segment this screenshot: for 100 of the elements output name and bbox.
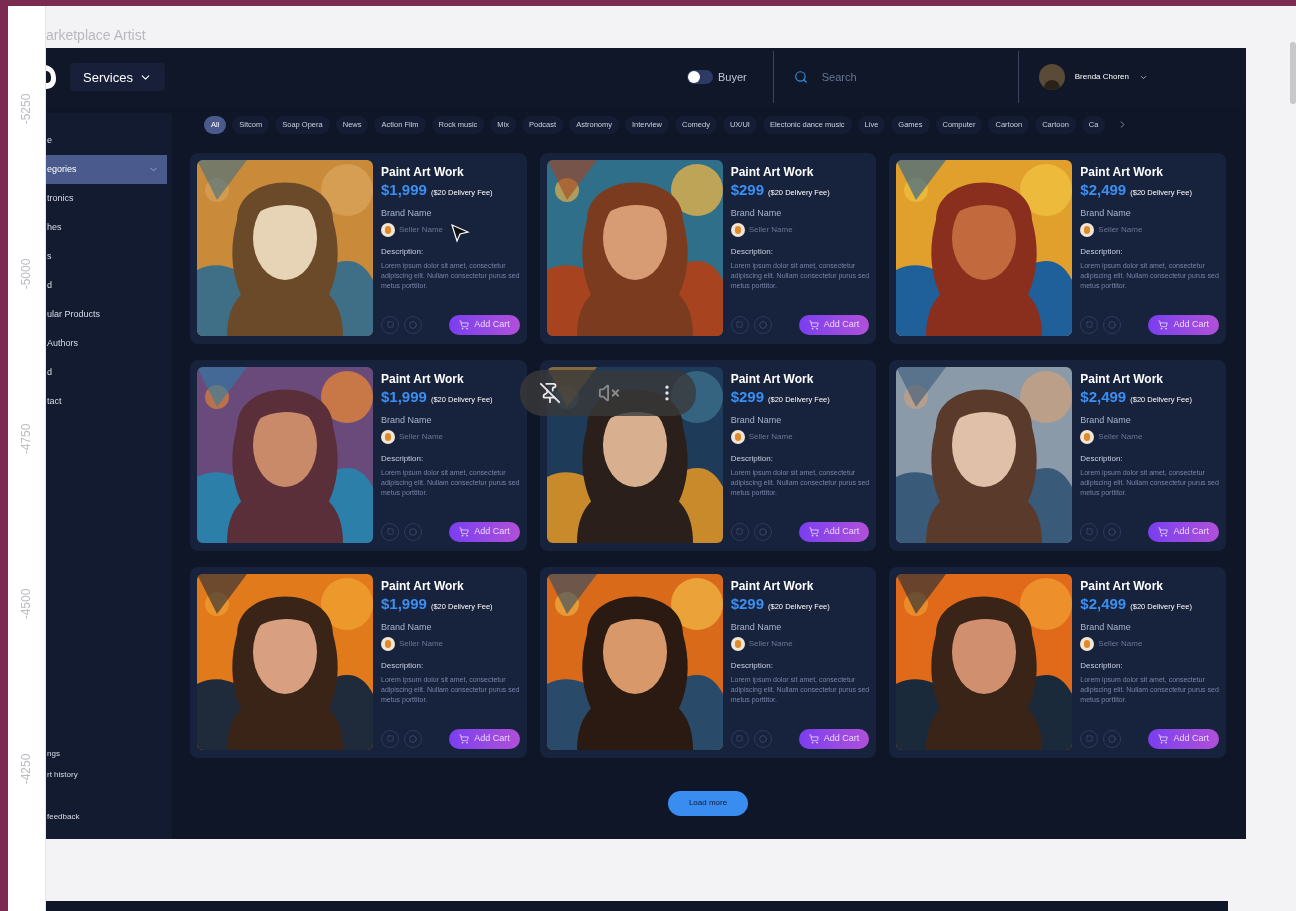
brand-name: Brand Name	[730, 206, 783, 220]
product-title: Paint Art Work	[730, 164, 815, 179]
seller-name: Seller Name	[1098, 638, 1143, 651]
cart-icon	[459, 733, 470, 744]
sidebar-item[interactable]: s	[46, 241, 167, 271]
seller-name: Seller Name	[1098, 431, 1143, 444]
sidebar-item[interactable]: ngs	[46, 748, 172, 761]
brand-name: Brand Name	[381, 620, 433, 634]
brand-name: Brand Name	[381, 206, 433, 220]
seller-avatar-icon	[381, 223, 395, 238]
circle-icon	[1108, 320, 1117, 329]
sidebar-item[interactable]: tronics	[46, 183, 167, 213]
product-title: Paint Art Work	[1080, 371, 1164, 386]
scrollbar[interactable]	[1290, 42, 1296, 104]
product-price: $299	[730, 180, 765, 199]
brand-name: Brand Name	[1080, 620, 1132, 634]
product-title: Paint Art Work	[381, 164, 465, 179]
product-price: $2,499	[1080, 594, 1127, 613]
product-title: Paint Art Work	[730, 371, 815, 386]
ruler-label: -4750	[18, 423, 35, 454]
circle-icon	[758, 734, 767, 743]
seller-name: Seller Name	[748, 431, 793, 444]
circle-icon	[409, 320, 417, 329]
product-title: Paint Art Work	[381, 371, 465, 386]
sidebar-item[interactable]: d	[46, 357, 167, 387]
seller-name: Seller Name	[1098, 224, 1143, 237]
product-title: Paint Art Work	[1080, 578, 1164, 593]
seller-name: Seller Name	[748, 224, 793, 237]
sidebar-item[interactable]: rt history	[46, 769, 172, 782]
product-title: Paint Art Work	[1080, 164, 1164, 179]
cart-icon	[808, 319, 819, 330]
add-cart-button[interactable]: Add Cart	[1148, 728, 1219, 749]
seller-avatar-icon	[381, 430, 395, 445]
ruler-label: -4500	[18, 588, 35, 619]
product-price: $299	[730, 594, 765, 613]
circle-icon	[409, 734, 417, 743]
seller-name: Seller Name	[399, 224, 443, 237]
sidebar-item[interactable]: hes	[46, 212, 167, 242]
sidebar-item[interactable]: Authors	[46, 328, 167, 358]
brand-name: Brand Name	[1080, 413, 1132, 427]
brand-name: Brand Name	[381, 413, 433, 427]
add-cart-button[interactable]: Add Cart	[798, 314, 870, 335]
product-price: $299	[730, 387, 765, 406]
add-cart-button[interactable]: Add Cart	[1148, 314, 1219, 335]
description-label: Description:	[381, 453, 425, 466]
add-cart-button[interactable]: Add Cart	[798, 728, 870, 749]
cart-icon	[808, 733, 819, 744]
add-cart-button[interactable]: Add Cart	[449, 521, 520, 542]
cart-icon	[459, 319, 470, 330]
sidebar-item[interactable]: d	[46, 270, 167, 300]
services-dropdown[interactable]: Services	[70, 63, 165, 92]
toggle-label: Buyer	[718, 70, 747, 86]
description-label: Description:	[730, 453, 774, 466]
ruler-label: -5000	[18, 258, 35, 289]
add-cart-button[interactable]: Add Cart	[798, 521, 870, 542]
description-label: Description:	[730, 660, 774, 673]
product-title: Paint Art Work	[381, 578, 465, 593]
circle-icon	[1108, 734, 1117, 743]
load-more-button[interactable]: Load more	[668, 790, 748, 816]
brand-name: Brand Name	[730, 413, 783, 427]
seller-name: Seller Name	[399, 431, 443, 444]
seller-avatar-icon	[1080, 223, 1095, 238]
unpin-icon[interactable]	[538, 381, 561, 404]
sidebar-item[interactable]: egories	[46, 154, 167, 184]
brand-name: Brand Name	[1080, 206, 1132, 220]
product-price: $1,999	[381, 387, 427, 406]
circle-icon	[1108, 527, 1117, 536]
search-icon	[793, 70, 808, 85]
sidebar-item[interactable]: feedback	[46, 811, 172, 824]
add-cart-button[interactable]: Add Cart	[449, 314, 520, 335]
description-label: Description:	[1080, 660, 1124, 673]
add-cart-button[interactable]: Add Cart	[1148, 521, 1219, 542]
seller-name: Seller Name	[399, 638, 443, 651]
seller-name: Seller Name	[748, 638, 793, 651]
sidebar-item[interactable]: e	[46, 125, 167, 155]
user-avatar[interactable]	[1038, 64, 1065, 91]
description-label: Description:	[730, 246, 774, 259]
cart-icon	[808, 526, 819, 537]
user-name: Brenda Choren	[1074, 71, 1129, 84]
ruler-label: -5250	[18, 93, 35, 124]
cart-icon	[1158, 733, 1169, 744]
seller-avatar-icon	[1080, 430, 1095, 445]
product-title: Paint Art Work	[730, 578, 815, 593]
buyer-toggle[interactable]	[687, 70, 713, 85]
circle-icon	[409, 527, 417, 536]
circle-icon	[758, 320, 767, 329]
seller-avatar-icon	[730, 430, 745, 445]
add-cart-button[interactable]: Add Cart	[449, 728, 520, 749]
search-field[interactable]: Search	[821, 69, 1002, 86]
product-price: $2,499	[1080, 180, 1127, 199]
sidebar-item[interactable]: ular Products	[46, 299, 167, 329]
sidebar-item[interactable]: tact	[46, 386, 167, 416]
product-price: $2,499	[1080, 387, 1127, 406]
description-label: Description:	[381, 246, 425, 259]
seller-avatar-icon	[381, 637, 395, 652]
seller-avatar-icon	[730, 637, 745, 652]
description-label: Description:	[1080, 246, 1124, 259]
seller-avatar-icon	[1080, 637, 1095, 652]
circle-icon	[758, 527, 767, 536]
cart-icon	[459, 526, 470, 537]
